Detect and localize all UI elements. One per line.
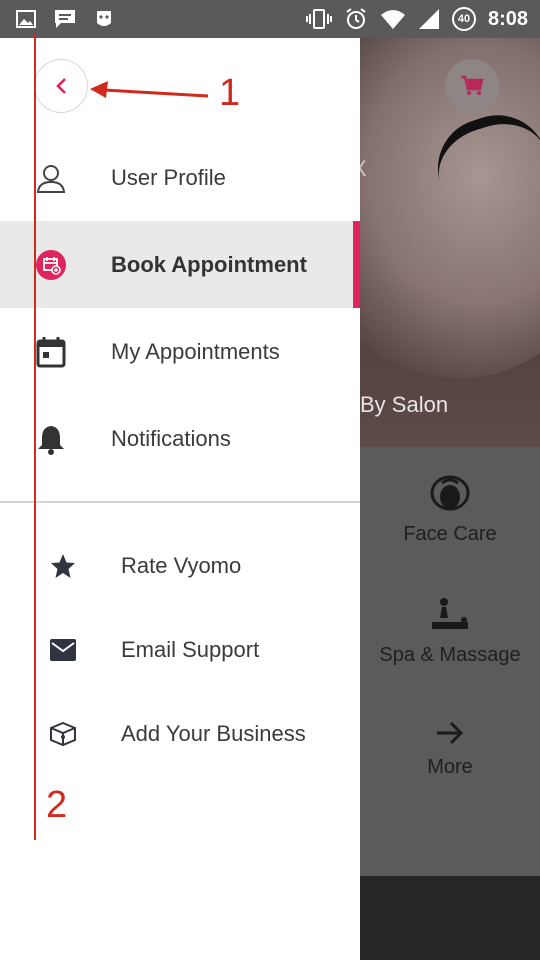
menu-item-rate-vyomo[interactable]: Rate Vyomo: [0, 536, 360, 596]
drawer-scrim[interactable]: [360, 38, 540, 960]
wifi-icon: [380, 10, 405, 29]
nav-item-book-appointment[interactable]: Book Appointment: [0, 221, 360, 308]
menu-item-label: Rate Vyomo: [121, 553, 242, 578]
menu-item-label: Add Your Business: [121, 721, 306, 746]
status-bar: 40 8:08: [0, 0, 540, 38]
nav-item-label: My Appointments: [111, 338, 280, 364]
annotation-label-1: 1: [219, 72, 241, 114]
bell-icon: [34, 422, 68, 456]
nav-item-my-appointments[interactable]: My Appointments: [0, 308, 360, 395]
nav-item-label: Notifications: [111, 425, 231, 451]
nav-item-notifications[interactable]: Notifications: [0, 395, 360, 482]
battery-icon: 40: [451, 7, 476, 31]
message-icon: [55, 10, 75, 28]
signal-icon: [418, 9, 439, 29]
star-icon: [48, 551, 78, 581]
user-profile-icon: [34, 161, 68, 195]
back-button[interactable]: [34, 59, 88, 113]
drawer-divider: [0, 501, 360, 503]
menu-item-email-support[interactable]: Email Support: [0, 620, 360, 680]
book-appointment-icon: [34, 248, 68, 282]
business-icon: [48, 719, 78, 749]
image-icon: [16, 10, 36, 28]
chevron-left-icon: [56, 78, 66, 94]
calendar-icon: [34, 335, 68, 369]
annotation-label-2: 2: [46, 784, 68, 826]
active-indicator: [353, 221, 360, 308]
menu-item-add-business[interactable]: Add Your Business: [0, 704, 360, 764]
nav-item-user-profile[interactable]: User Profile: [0, 134, 360, 221]
vibrate-icon: [305, 9, 332, 29]
nav-item-label: Book Appointment: [111, 251, 307, 277]
annotation-line: [34, 34, 36, 840]
menu-item-label: Email Support: [121, 637, 260, 662]
nav-item-label: User Profile: [111, 164, 226, 190]
face-icon: [97, 11, 111, 26]
mail-icon: [48, 635, 78, 665]
annotation-arrow: [90, 81, 209, 98]
alarm-icon: [346, 8, 366, 29]
status-time: 8:08: [487, 7, 528, 30]
